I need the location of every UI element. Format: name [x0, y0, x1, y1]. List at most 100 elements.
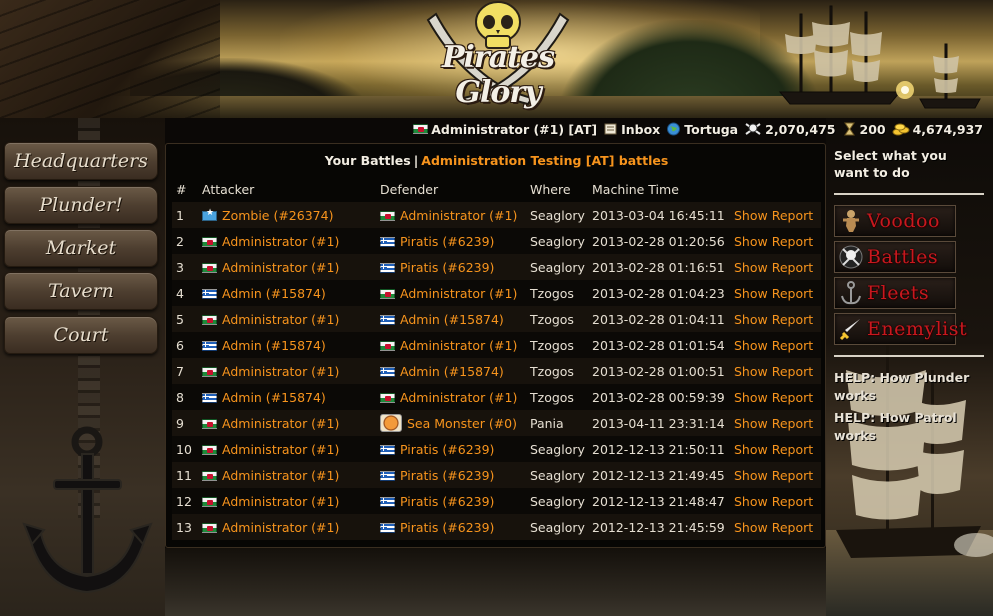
report-cell: Show Report [730, 488, 821, 514]
col-machine-time: Machine Time [592, 182, 679, 197]
attacker-link[interactable]: Administrator (#1) [202, 416, 339, 431]
nav-plunder[interactable]: Plunder! [4, 186, 158, 224]
defender-link[interactable]: Administrator (#1) [380, 208, 517, 223]
show-report-link[interactable]: Show Report [734, 468, 813, 483]
attacker-link[interactable]: Administrator (#1) [202, 494, 339, 509]
battles-button[interactable]: Battles [834, 241, 956, 273]
machine-time-cell: 2013-03-04 16:45:11 [588, 202, 730, 228]
attacker-name: Administrator (#1) [222, 415, 340, 431]
nav-court[interactable]: Court [4, 316, 158, 354]
attacker-cell: Admin (#15874) [198, 332, 376, 358]
defender-link[interactable]: Administrator (#1) [380, 286, 517, 301]
location-link[interactable]: Tortuga [666, 122, 738, 137]
show-report-link[interactable]: Show Report [734, 520, 813, 535]
defender-link[interactable]: Piratis (#6239) [380, 442, 494, 457]
attacker-link[interactable]: Admin (#15874) [202, 390, 326, 405]
defender-link[interactable]: Administrator (#1) [380, 390, 517, 405]
show-report-link[interactable]: Show Report [734, 286, 813, 301]
voodoo-doll-icon [843, 210, 859, 232]
report-cell: Show Report [730, 228, 821, 254]
attacker-link[interactable]: Zombie (#26374) [202, 208, 333, 223]
attacker-link[interactable]: Admin (#15874) [202, 338, 326, 353]
defender-link[interactable]: Piratis (#6239) [380, 494, 494, 509]
defender-link[interactable]: Piratis (#6239) [380, 468, 494, 483]
nav-market[interactable]: Market [4, 229, 158, 267]
attacker-cell: Admin (#15874) [198, 384, 376, 410]
attacker-name: Admin (#15874) [222, 285, 326, 301]
defender-link[interactable]: Piratis (#6239) [380, 520, 494, 535]
defender-cell: Administrator (#1) [376, 280, 526, 306]
inbox-link[interactable]: Inbox [603, 122, 660, 137]
where-cell: Tzogos [526, 358, 588, 384]
defender-link[interactable]: Admin (#15874) [380, 312, 504, 327]
attacker-name: Zombie (#26374) [222, 207, 334, 223]
machine-time-cell: 2012-12-13 21:49:45 [588, 462, 730, 488]
defender-name: Administrator (#1) [400, 207, 518, 223]
user-name: Administrator (#1) [AT] [431, 121, 598, 137]
machine-time-cell: 2013-02-28 01:00:51 [588, 358, 730, 384]
show-report-link[interactable]: Show Report [734, 390, 813, 405]
show-report-link[interactable]: Show Report [734, 260, 813, 275]
defender-link[interactable]: Piratis (#6239) [380, 260, 494, 275]
col-where: Where [530, 182, 571, 197]
table-row: 12 Administrator (#1) Piratis (#6239) Seagl… [172, 488, 821, 514]
help-plunder-link[interactable]: HELP: How Plunder works [834, 369, 984, 405]
somalia-flag-icon [202, 208, 217, 221]
attacker-link[interactable]: Administrator (#1) [202, 468, 339, 483]
where-cell: Seaglory [526, 254, 588, 280]
report-cell: Show Report [730, 254, 821, 280]
attacker-cell: Administrator (#1) [198, 306, 376, 332]
tab-your-battles[interactable]: Your Battles [325, 153, 411, 168]
show-report-link[interactable]: Show Report [734, 416, 813, 431]
time-units-value: 200 [859, 121, 886, 137]
attacker-link[interactable]: Administrator (#1) [202, 442, 339, 457]
wales-flag-icon [202, 236, 217, 247]
help-patrol-link[interactable]: HELP: How Patrol works [834, 409, 984, 445]
attacker-link[interactable]: Administrator (#1) [202, 312, 339, 327]
attacker-link[interactable]: Administrator (#1) [202, 520, 339, 535]
row-number: 6 [172, 332, 198, 358]
attacker-link[interactable]: Administrator (#1) [202, 364, 339, 379]
enemylist-button[interactable]: Enemylist [834, 313, 967, 345]
pirates-value: 2,070,475 [765, 121, 836, 137]
greece-flag-icon [380, 496, 395, 507]
defender-name: Piratis (#6239) [400, 493, 495, 509]
show-report-link[interactable]: Show Report [734, 208, 813, 223]
defender-link[interactable]: Piratis (#6239) [380, 234, 494, 249]
show-report-link[interactable]: Show Report [734, 442, 813, 457]
greece-flag-icon [380, 444, 395, 455]
show-report-link[interactable]: Show Report [734, 494, 813, 509]
show-report-link[interactable]: Show Report [734, 234, 813, 249]
show-report-link[interactable]: Show Report [734, 312, 813, 327]
attacker-cell: Administrator (#1) [198, 358, 376, 384]
attacker-cell: Administrator (#1) [198, 436, 376, 462]
defender-link[interactable]: Sea Monster (#0) [380, 414, 517, 432]
banner-sailing-ship-icon [778, 5, 981, 109]
battles-table-body: 1 Zombie (#26374) Administrator (#1) Seaglo… [172, 202, 821, 540]
defender-link[interactable]: Administrator (#1) [380, 338, 517, 353]
defender-cell: Administrator (#1) [376, 202, 526, 228]
user-status[interactable]: Administrator (#1) [AT] [413, 122, 597, 137]
defender-link[interactable]: Admin (#15874) [380, 364, 504, 379]
attacker-name: Administrator (#1) [222, 311, 340, 327]
row-number: 5 [172, 306, 198, 332]
attacker-name: Administrator (#1) [222, 233, 340, 249]
where-cell: Pania [526, 410, 588, 436]
nav-tavern[interactable]: Tavern [4, 272, 158, 310]
tab-alliance-battles[interactable]: Administration Testing [AT] battles [421, 153, 668, 168]
show-report-link[interactable]: Show Report [734, 338, 813, 353]
attacker-cell: Administrator (#1) [198, 254, 376, 280]
where-cell: Tzogos [526, 306, 588, 332]
show-report-link[interactable]: Show Report [734, 364, 813, 379]
defender-name: Administrator (#1) [400, 337, 518, 353]
attacker-link[interactable]: Administrator (#1) [202, 260, 339, 275]
voodoo-button[interactable]: Voodoo [834, 205, 956, 237]
sea-monster-icon [380, 414, 402, 432]
anchor-icon [22, 426, 153, 594]
attacker-link[interactable]: Admin (#15874) [202, 286, 326, 301]
fleets-button[interactable]: Fleets [834, 277, 956, 309]
report-cell: Show Report [730, 358, 821, 384]
nav-headquarters[interactable]: Headquarters [4, 142, 158, 180]
attacker-link[interactable]: Administrator (#1) [202, 234, 339, 249]
sword-icon [839, 319, 860, 341]
